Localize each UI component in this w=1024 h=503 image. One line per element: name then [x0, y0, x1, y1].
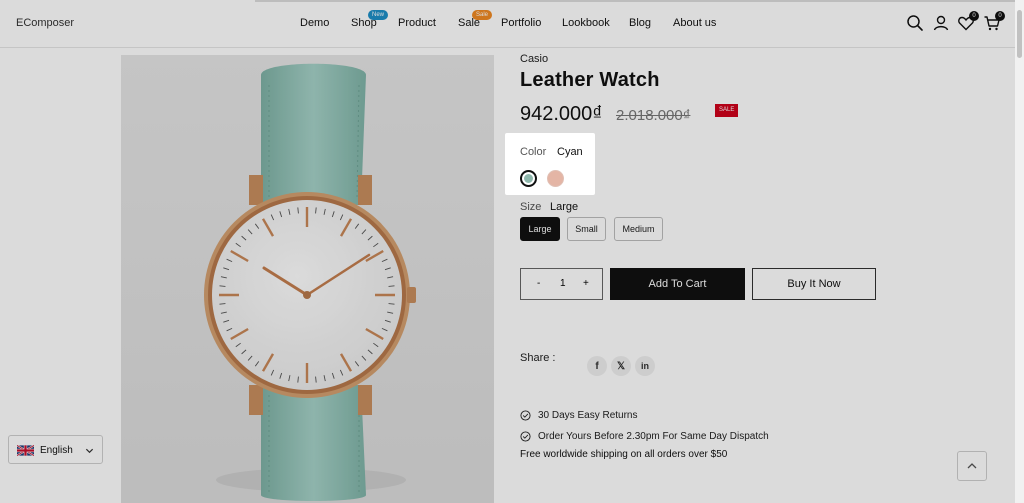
nav-badge-new: New [368, 10, 389, 20]
page-scrollbar[interactable] [1015, 0, 1024, 503]
cart-count: 0 [995, 11, 1005, 21]
check-circle-icon [520, 431, 531, 442]
compare-at-price: 2.018.000₫ [616, 107, 691, 124]
size-label: Size [520, 201, 542, 213]
product-price: 942.000₫ [520, 103, 603, 125]
buy-it-now-button[interactable]: Buy It Now [752, 268, 876, 300]
chevron-down-icon [85, 448, 94, 454]
site-header: EComposer Demo Shop New Product Sale Sal… [0, 0, 1024, 48]
quantity-stepper: - 1 + [520, 268, 603, 300]
nav-badge-sale: Sale [472, 10, 493, 20]
size-selected-value: Large [550, 201, 579, 213]
wishlist-count: 0 [969, 11, 979, 21]
quantity-input[interactable]: 1 [560, 278, 566, 289]
nav-item-lookbook[interactable]: Lookbook [562, 17, 610, 29]
watch-illustration [121, 55, 494, 503]
facebook-icon[interactable]: f [587, 356, 607, 376]
color-swatch-pink[interactable] [547, 170, 564, 187]
size-option-large[interactable]: Large [520, 217, 560, 241]
add-to-cart-button[interactable]: Add To Cart [610, 268, 745, 300]
nav-item-demo[interactable]: Demo [300, 17, 329, 29]
quantity-plus-button[interactable]: + [583, 278, 589, 289]
product-image[interactable] [121, 55, 494, 503]
size-option-small[interactable]: Small [567, 217, 606, 241]
share-label: Share : [520, 352, 556, 364]
back-to-top-button[interactable] [957, 451, 987, 481]
color-selected-value: Cyan [557, 146, 583, 158]
check-circle-icon [520, 410, 531, 421]
linkedin-icon[interactable]: in [635, 356, 655, 376]
feature-text: 30 Days Easy Returns [538, 410, 638, 421]
scrollbar-thumb[interactable] [1017, 10, 1022, 58]
feature-text: Order Yours Before 2.30pm For Same Day D… [538, 431, 769, 442]
feature-same-day-dispatch: Order Yours Before 2.30pm For Same Day D… [520, 431, 769, 442]
size-option-medium[interactable]: Medium [614, 217, 663, 241]
header-top-border [255, 0, 1015, 2]
nav-item-blog[interactable]: Blog [629, 17, 651, 29]
wishlist-icon[interactable]: 0 [957, 11, 979, 32]
x-twitter-icon[interactable]: 𝕏 [611, 356, 631, 376]
cart-icon[interactable]: 0 [983, 11, 1005, 32]
brand-logo[interactable]: EComposer [16, 17, 74, 29]
color-swatch-cyan[interactable] [520, 170, 537, 187]
account-icon[interactable] [932, 14, 950, 32]
chevron-up-icon [967, 463, 977, 469]
product-title: Leather Watch [520, 69, 660, 91]
nav-item-about-us[interactable]: About us [673, 17, 716, 29]
language-selector[interactable]: English [8, 435, 103, 464]
nav-item-portfolio[interactable]: Portfolio [501, 17, 541, 29]
shipping-note: Free worldwide shipping on all orders ov… [520, 449, 728, 460]
language-label: English [40, 445, 73, 456]
sale-badge: SALE [715, 104, 739, 117]
product-vendor[interactable]: Casio [520, 53, 548, 65]
color-label: Color [520, 146, 547, 158]
feature-easy-returns: 30 Days Easy Returns [520, 410, 638, 421]
search-icon[interactable] [906, 14, 924, 32]
quantity-minus-button[interactable]: - [537, 278, 540, 289]
nav-item-product[interactable]: Product [398, 17, 436, 29]
uk-flag-icon [17, 445, 34, 456]
